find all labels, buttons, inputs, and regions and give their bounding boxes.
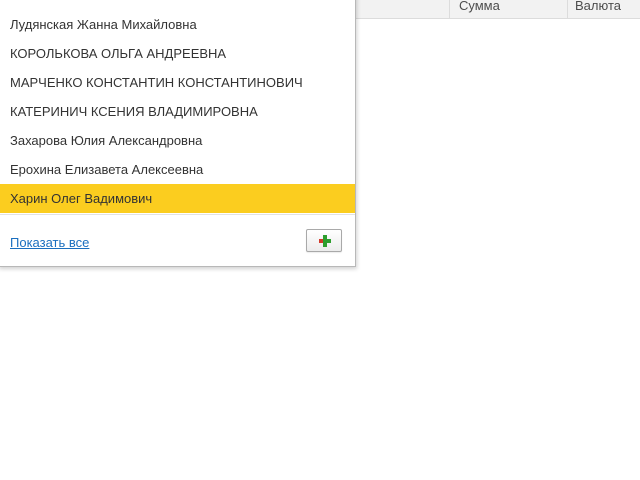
dropdown-divider bbox=[0, 214, 355, 215]
list-item-selected[interactable]: Харин Олег Вадимович bbox=[0, 184, 355, 213]
plus-icon bbox=[319, 235, 331, 247]
list-item[interactable]: Ерохина Елизавета Алексеевна bbox=[0, 155, 355, 184]
list-item[interactable]: Захарова Юлия Александровна bbox=[0, 126, 355, 155]
list-item[interactable]: КОРОЛЬКОВА ОЛЬГА АНДРЕЕВНА bbox=[0, 39, 355, 68]
show-all-link[interactable]: Показать все bbox=[10, 235, 89, 250]
column-header-sum[interactable]: Сумма bbox=[449, 0, 567, 18]
list-item[interactable]: МАРЧЕНКО КОНСТАНТИН КОНСТАНТИНОВИЧ bbox=[0, 68, 355, 97]
add-button[interactable] bbox=[306, 229, 342, 252]
form-area: Сумма Валюта Лудянская Жанна Михайловна … bbox=[0, 0, 640, 480]
employee-dropdown: Лудянская Жанна Михайловна КОРОЛЬКОВА ОЛ… bbox=[0, 0, 356, 267]
column-header-currency[interactable]: Валюта bbox=[567, 0, 640, 18]
list-item[interactable]: Лудянская Жанна Михайловна bbox=[0, 10, 355, 39]
list-item[interactable]: КАТЕРИНИЧ КСЕНИЯ ВЛАДИМИРОВНА bbox=[0, 97, 355, 126]
employee-list: Лудянская Жанна Михайловна КОРОЛЬКОВА ОЛ… bbox=[0, 10, 355, 213]
